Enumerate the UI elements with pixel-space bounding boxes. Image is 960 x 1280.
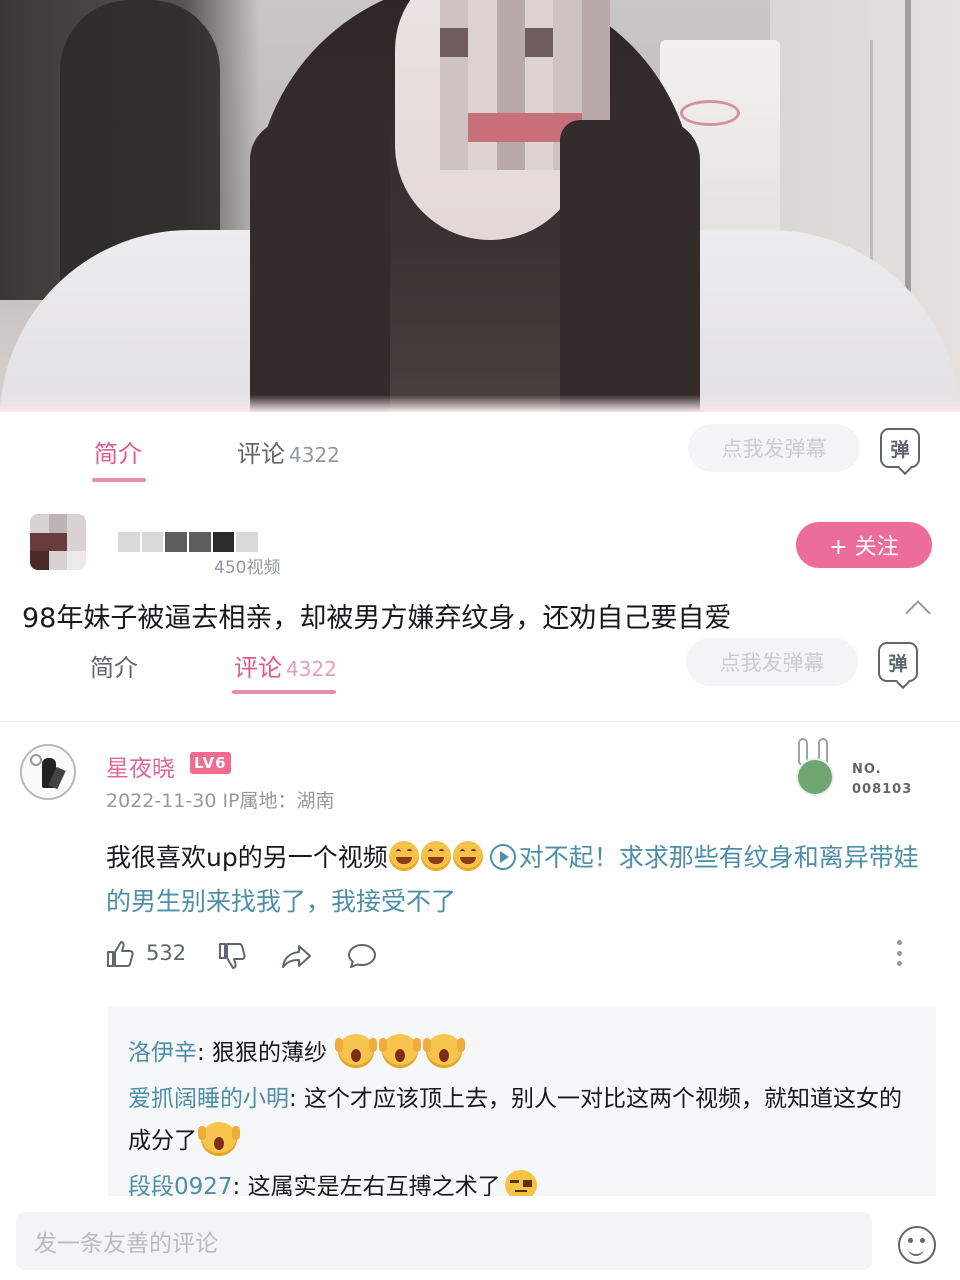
tab-bar-top: 简介 评论 4322 点我发弹幕 弹: [0, 414, 960, 484]
scream-emoji-icon: [335, 1034, 375, 1068]
fan-number: NO. 008103: [852, 762, 913, 797]
side-eye-emoji-icon: [504, 1170, 537, 1196]
follow-button[interactable]: + 关注: [796, 522, 932, 568]
video-player[interactable]: [0, 0, 960, 412]
danmaku-input[interactable]: 点我发弹幕: [688, 424, 860, 472]
comments-count-sticky: 4322: [286, 657, 337, 681]
thumbs-down-icon: [219, 943, 246, 969]
tab-intro[interactable]: 简介: [94, 434, 142, 469]
tab-intro-sticky[interactable]: 简介: [90, 648, 138, 683]
tab-comments[interactable]: 评论 4322: [237, 434, 340, 469]
reply-item[interactable]: 段段0927: 这属实是左右互搏之术了: [128, 1166, 916, 1196]
uploader-name-mosaic[interactable]: [118, 532, 259, 552]
reply-author[interactable]: 段段0927: [128, 1174, 233, 1196]
comments-count: 4322: [289, 443, 340, 467]
commenter-name[interactable]: 星夜晓: [106, 749, 175, 783]
uploader-avatar[interactable]: [30, 514, 86, 570]
grin-emoji-icon: [388, 841, 419, 871]
danmaku-input-sticky[interactable]: 点我发弹幕: [686, 638, 858, 686]
dislike-button[interactable]: [216, 936, 248, 976]
share-icon: [282, 945, 311, 968]
comment-text: 我很喜欢up的另一个视频 对不起！求求那些有纹身和离异带娃的男生别来找我了，我接受…: [106, 841, 919, 916]
reply-item[interactable]: 爱抓阔睡的小明: 这个才应该顶上去，别人一对比这两个视频，就知道这女的成分了: [128, 1078, 916, 1162]
reply-button[interactable]: [346, 936, 378, 976]
tab-active-indicator: [92, 478, 146, 482]
level-badge: LV6: [190, 752, 231, 774]
tab-bar-sticky: 简介 评论 4322 点我发弹幕 弹: [0, 636, 960, 720]
comment-bubble-icon: [348, 944, 376, 968]
comment-input[interactable]: 发一条友善的评论: [16, 1212, 872, 1270]
grin-emoji-icon: [452, 841, 483, 871]
scream-emoji-icon: [198, 1122, 237, 1156]
video-title: 98年妹子被逼去相亲，却被男方嫌弃纹身，还劝自己要自爱: [22, 603, 732, 634]
reply-author[interactable]: 爱抓阔睡的小明: [128, 1086, 289, 1112]
tab-active-indicator-sticky: [232, 690, 336, 694]
divider: [0, 721, 960, 722]
reply-author[interactable]: 洛伊辛: [128, 1040, 197, 1066]
thumbs-up-icon: [107, 941, 134, 967]
reply-list: 洛伊辛: 狠狠的薄纱 爱抓阔睡的小明: 这个才应该顶上去，别人一对比这两个视频，…: [108, 1006, 936, 1196]
commenter-avatar[interactable]: [20, 744, 76, 800]
share-button[interactable]: [280, 936, 314, 976]
chevron-up-icon[interactable]: [905, 600, 931, 626]
danmaku-toggle-icon-sticky[interactable]: 弹: [878, 642, 918, 682]
like-button[interactable]: [104, 934, 136, 974]
danmaku-toggle-icon[interactable]: 弹: [880, 428, 920, 468]
more-options-icon[interactable]: [897, 940, 903, 966]
like-count: 532: [146, 941, 187, 965]
scream-emoji-icon: [423, 1034, 463, 1068]
fan-badge-icon[interactable]: [790, 738, 842, 800]
reply-item[interactable]: 洛伊辛: 狠狠的薄纱: [128, 1032, 916, 1074]
grin-emoji-icon: [420, 841, 451, 871]
scream-emoji-icon: [379, 1034, 419, 1068]
comment-date-location: 2022-11-30 IP属地：湖南: [106, 790, 335, 812]
emoji-picker-icon[interactable]: [898, 1226, 936, 1264]
tab-comments-sticky[interactable]: 评论 4322: [234, 648, 337, 683]
bottom-comment-bar: 发一条友善的评论: [0, 1196, 960, 1280]
uploader-video-count: 450视频: [214, 558, 281, 578]
play-circle-icon[interactable]: [489, 844, 516, 870]
